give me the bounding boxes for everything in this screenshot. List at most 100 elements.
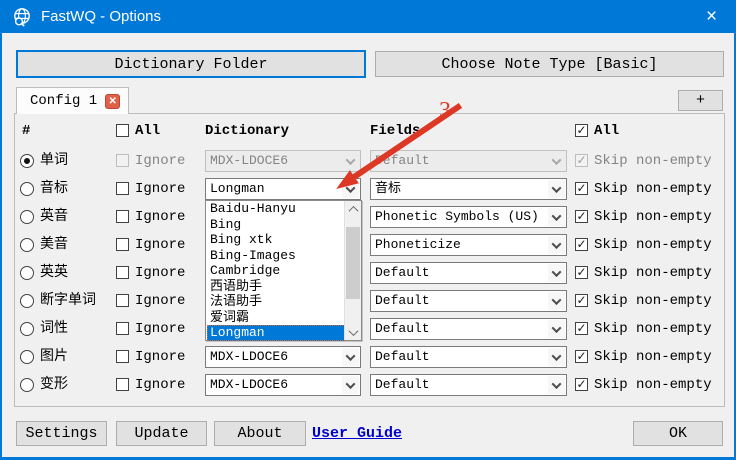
chevron-down-icon [548, 236, 565, 254]
chevron-down-icon [342, 152, 359, 170]
ignore-checkbox[interactable] [116, 322, 129, 335]
close-button[interactable]: × [689, 0, 734, 33]
ignore-checkbox[interactable] [116, 210, 129, 223]
ignore-label: Ignore [135, 374, 185, 396]
ok-button[interactable]: OK [633, 421, 723, 446]
skip-non-empty-label: Skip non-empty [594, 346, 712, 368]
dictionary-folder-button[interactable]: Dictionary Folder [16, 50, 366, 78]
ignore-checkbox[interactable] [116, 294, 129, 307]
all-skip-checkbox[interactable] [575, 124, 588, 137]
about-button[interactable]: About [214, 421, 306, 446]
skip-non-empty-checkbox[interactable] [575, 266, 588, 279]
tab-close-icon[interactable]: ✕ [105, 94, 120, 109]
title-bar: FastWQ - Options × [2, 0, 734, 33]
dropdown-item[interactable]: Bing-Images [207, 248, 345, 264]
add-config-button[interactable]: + [678, 90, 723, 111]
row-radio[interactable] [20, 266, 34, 280]
chevron-down-icon [342, 180, 359, 198]
ignore-checkbox[interactable] [116, 182, 129, 195]
ignore-checkbox[interactable] [116, 238, 129, 251]
window-title: FastWQ - Options [41, 8, 161, 25]
dropdown-item[interactable]: Longman [207, 325, 345, 341]
dropdown-item[interactable]: 西语助手 [207, 279, 345, 295]
fields-combobox[interactable]: Default [370, 374, 567, 396]
settings-button[interactable]: Settings [16, 421, 107, 446]
row-radio[interactable] [20, 294, 34, 308]
skip-non-empty-checkbox[interactable] [575, 378, 588, 391]
chevron-down-icon [342, 376, 359, 394]
fields-combobox[interactable]: 音标 [370, 178, 567, 200]
skip-non-empty-label: Skip non-empty [594, 234, 712, 256]
ignore-checkbox [116, 154, 129, 167]
skip-non-empty-checkbox[interactable] [575, 238, 588, 251]
fields-combobox[interactable]: Phonetic Symbols (US) [370, 206, 567, 228]
skip-non-empty-checkbox[interactable] [575, 350, 588, 363]
dropdown-scrollbar[interactable] [344, 201, 361, 340]
chevron-down-icon [342, 348, 359, 366]
row-radio[interactable] [20, 238, 34, 252]
skip-non-empty-checkbox [575, 154, 588, 167]
scrollbar-thumb[interactable] [346, 227, 360, 299]
dictionary-combobox[interactable]: MDX-LDOCE6 [205, 346, 361, 368]
dropdown-item[interactable]: Bing xtk [207, 232, 345, 248]
row-radio[interactable] [20, 378, 34, 392]
fields-combobox[interactable]: Default [370, 318, 567, 340]
ignore-label: Ignore [135, 234, 185, 256]
col-header-dictionary: Dictionary [205, 120, 289, 142]
skip-non-empty-label: Skip non-empty [594, 262, 712, 284]
chevron-down-icon [548, 292, 565, 310]
ignore-checkbox[interactable] [116, 350, 129, 363]
tab-config-1[interactable]: Config 1 ✕ [16, 87, 129, 114]
dropdown-item[interactable]: Bing [207, 217, 345, 233]
skip-non-empty-checkbox[interactable] [575, 322, 588, 335]
dictionary-combobox[interactable]: Longman [205, 178, 361, 200]
row-name-label: 图片 [40, 346, 68, 368]
fields-combobox[interactable]: Default [370, 262, 567, 284]
row-radio[interactable] [20, 322, 34, 336]
row-name-label: 英音 [40, 206, 68, 228]
ignore-checkbox[interactable] [116, 378, 129, 391]
row-radio[interactable] [20, 350, 34, 364]
scroll-up-icon[interactable] [345, 201, 361, 217]
all-ignore-checkbox[interactable] [116, 124, 129, 137]
row-radio[interactable] [20, 210, 34, 224]
row-name-label: 词性 [40, 318, 68, 340]
ignore-label: Ignore [135, 290, 185, 312]
dropdown-item[interactable]: 法语助手 [207, 294, 345, 310]
dropdown-item[interactable]: Baidu-Hanyu [207, 201, 345, 217]
dictionary-combobox: MDX-LDOCE6 [205, 150, 361, 172]
user-guide-link[interactable]: User Guide [312, 424, 402, 444]
choose-note-type-button[interactable]: Choose Note Type [Basic] [375, 51, 724, 77]
dictionary-combobox[interactable]: MDX-LDOCE6 [205, 374, 361, 396]
skip-non-empty-label: Skip non-empty [594, 290, 712, 312]
col-header-fields: Fields [370, 120, 420, 142]
chevron-down-icon [548, 348, 565, 366]
ignore-label: Ignore [135, 206, 185, 228]
chevron-down-icon [548, 264, 565, 282]
row-name-label: 英英 [40, 262, 68, 284]
dropdown-item[interactable]: Cambridge [207, 263, 345, 279]
fields-combobox[interactable]: Phoneticize [370, 234, 567, 256]
row-name-label: 单词 [40, 150, 68, 172]
col-header-all-left: All [135, 120, 160, 142]
skip-non-empty-label: Skip non-empty [594, 318, 712, 340]
skip-non-empty-checkbox[interactable] [575, 294, 588, 307]
update-button[interactable]: Update [116, 421, 207, 446]
row-name-label: 美音 [40, 234, 68, 256]
fields-combobox[interactable]: Default [370, 346, 567, 368]
ignore-label: Ignore [135, 346, 185, 368]
row-radio[interactable] [20, 182, 34, 196]
ignore-label: Ignore [135, 150, 185, 172]
dropdown-item[interactable]: 爱词霸 [207, 310, 345, 326]
skip-non-empty-checkbox[interactable] [575, 182, 588, 195]
dictionary-dropdown-list: Baidu-HanyuBingBing xtkBing-ImagesCambri… [205, 200, 362, 341]
ignore-checkbox[interactable] [116, 266, 129, 279]
fields-combobox[interactable]: Default [370, 290, 567, 312]
skip-non-empty-label: Skip non-empty [594, 206, 712, 228]
scroll-down-icon[interactable] [345, 324, 361, 340]
row-name-label: 音标 [40, 178, 68, 200]
ignore-label: Ignore [135, 262, 185, 284]
chevron-down-icon [548, 208, 565, 226]
skip-non-empty-checkbox[interactable] [575, 210, 588, 223]
fastwq-options-dialog: FastWQ - Options × Dictionary Folder Cho… [0, 0, 736, 460]
